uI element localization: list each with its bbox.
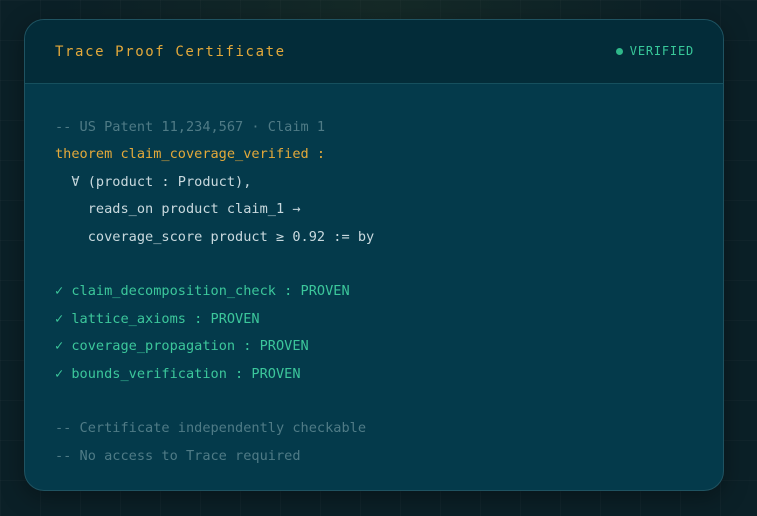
code-comment-checkable: -- Certificate independently checkable xyxy=(55,420,366,437)
check-icon: ✓ xyxy=(55,283,64,300)
proof-check-item: ✓ lattice_axioms : PROVEN xyxy=(55,306,374,333)
proof-certificate-card: Trace Proof Certificate VERIFIED -- US P… xyxy=(24,19,724,491)
code-reads-line: reads_on product claim_1 → xyxy=(55,201,301,218)
check-icon: ✓ xyxy=(55,365,64,382)
card-title: Trace Proof Certificate xyxy=(55,44,286,60)
code-forall-line: ∀ (product : Product), xyxy=(55,173,252,190)
proof-check-text: bounds_verification : PROVEN xyxy=(71,365,301,382)
status-label: VERIFIED xyxy=(629,44,694,58)
proof-check-item: ✓ bounds_verification : PROVEN xyxy=(55,361,374,388)
code-comment-patent: -- US Patent 11,234,567 · Claim 1 xyxy=(55,119,326,135)
check-icon: ✓ xyxy=(55,310,64,327)
proof-check-item: ✓ claim_decomposition_check : PROVEN xyxy=(55,278,374,305)
check-icon: ✓ xyxy=(55,338,64,355)
status-badge: VERIFIED xyxy=(615,44,694,58)
proof-check-item: ✓ coverage_propagation : PROVEN xyxy=(55,333,374,360)
proof-check-text: claim_decomposition_check : PROVEN xyxy=(71,283,350,300)
proof-check-text: lattice_axioms : PROVEN xyxy=(71,310,260,327)
code-comment-no-access: -- No access to Trace required xyxy=(55,447,301,464)
code-theorem-line: theorem claim_coverage_verified : xyxy=(55,146,326,163)
proof-check-text: coverage_propagation : PROVEN xyxy=(71,338,309,355)
status-dot-icon xyxy=(615,47,623,55)
card-header: Trace Proof Certificate VERIFIED xyxy=(25,20,723,84)
proof-code-block: -- US Patent 11,234,567 · Claim 1 theore… xyxy=(55,114,374,470)
code-spacer xyxy=(55,251,374,278)
code-spacer xyxy=(55,388,374,415)
code-coverage-line: coverage_score product ≥ 0.92 := by xyxy=(55,228,375,245)
